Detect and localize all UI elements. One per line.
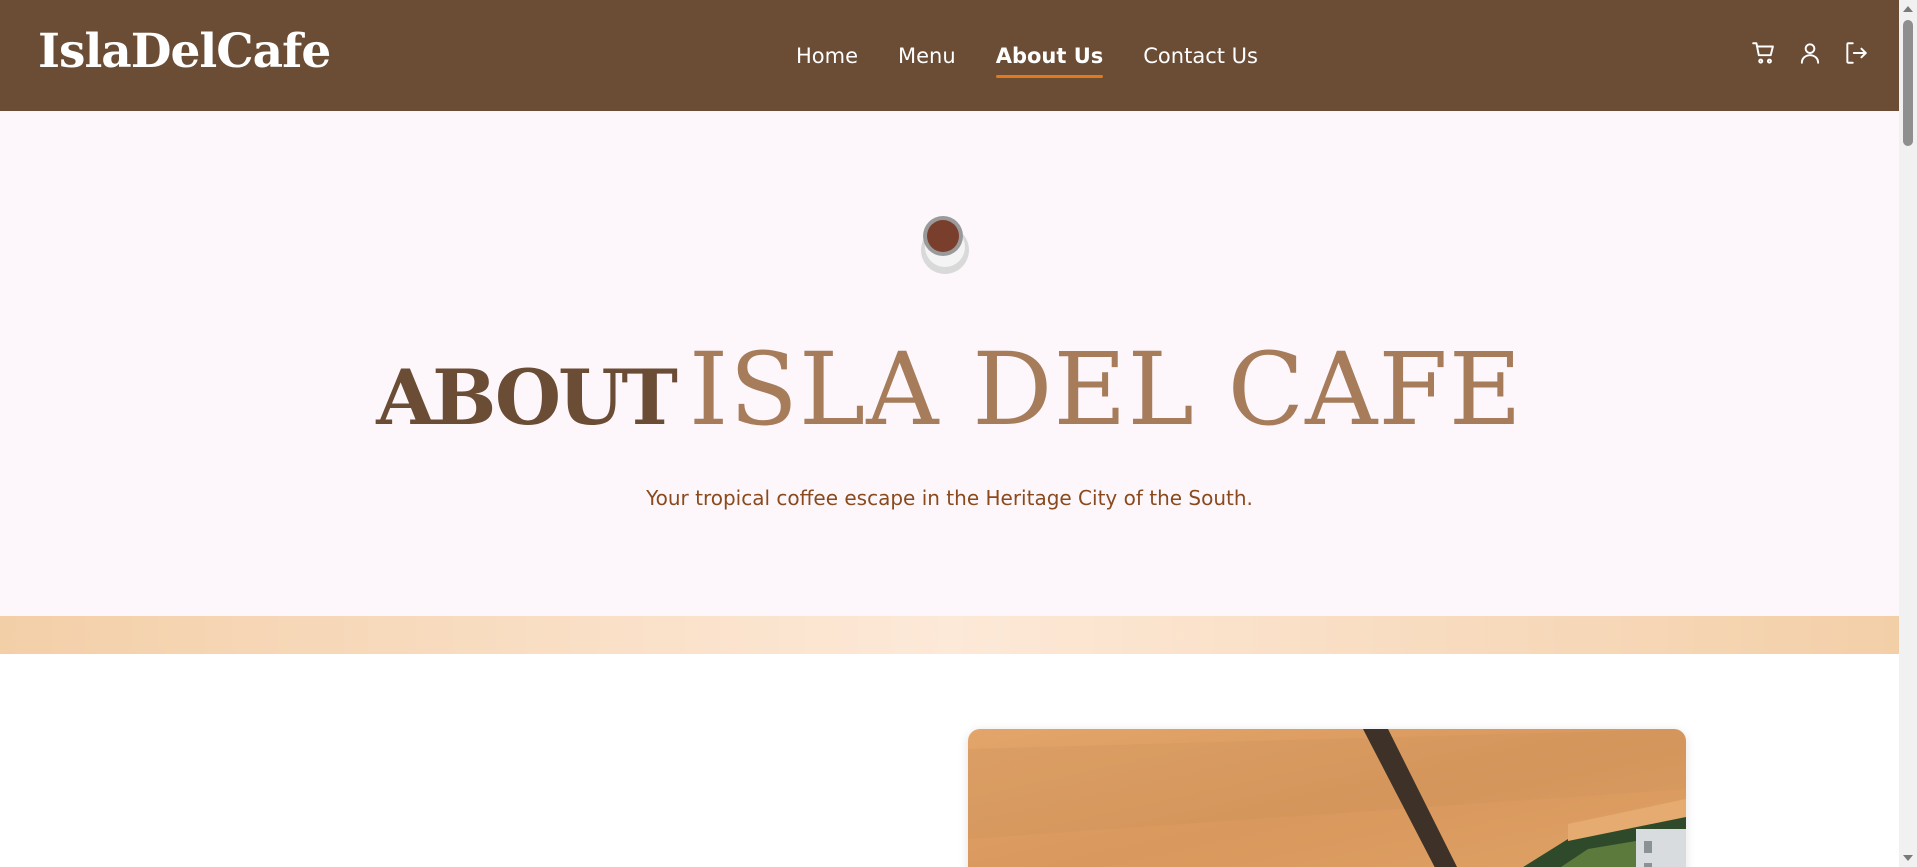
logout-icon[interactable] bbox=[1843, 40, 1869, 66]
page-title: ABOUT ISLA DEL CAFE bbox=[0, 331, 1899, 448]
nav-link-contact-us[interactable]: Contact Us bbox=[1143, 44, 1258, 68]
cafe-umbrella-image bbox=[968, 729, 1686, 867]
scroll-down-arrow-icon[interactable] bbox=[1903, 855, 1913, 861]
hero-subtitle: Your tropical coffee escape in the Herit… bbox=[646, 486, 1253, 510]
nav-link-home[interactable]: Home bbox=[796, 44, 858, 68]
brand-logo[interactable]: IslaDelCafe bbox=[38, 24, 331, 79]
title-bold-part: ABOUT bbox=[376, 353, 678, 442]
cafe-photo bbox=[968, 729, 1686, 867]
cart-icon[interactable] bbox=[1751, 40, 1777, 66]
user-icon[interactable] bbox=[1797, 40, 1823, 66]
nav-icons bbox=[1751, 40, 1869, 66]
main-nav: Home Menu About Us Contact Us bbox=[796, 0, 1258, 111]
nav-link-menu[interactable]: Menu bbox=[898, 44, 956, 68]
about-content-section bbox=[0, 654, 1899, 867]
nav-link-about-us[interactable]: About Us bbox=[995, 44, 1103, 78]
title-light-part: ISLA DEL CAFE bbox=[688, 331, 1523, 448]
scroll-up-arrow-icon[interactable] bbox=[1903, 6, 1913, 12]
hero-section: ABOUT ISLA DEL CAFE Your tropical coffee … bbox=[0, 111, 1899, 616]
navbar: IslaDelCafe Home Menu About Us Contact U… bbox=[0, 0, 1899, 111]
decorative-band bbox=[0, 616, 1899, 654]
scroll-thumb[interactable] bbox=[1903, 20, 1913, 146]
coffee-cup-icon bbox=[921, 216, 969, 274]
scrollbar[interactable] bbox=[1899, 0, 1917, 867]
